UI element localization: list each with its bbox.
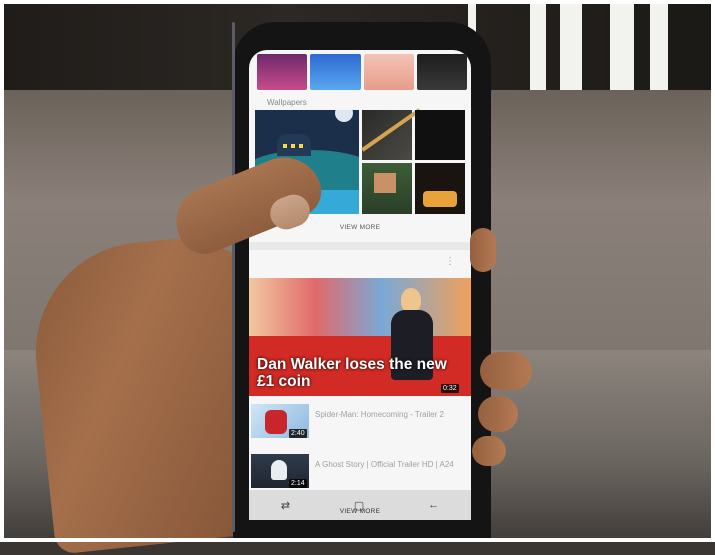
wallpaper-thumbnail[interactable] [415,110,465,160]
featured-video-title: Dan Walker loses the new £1 coin [257,356,447,390]
video-duration-badge: 2:40 [289,429,307,438]
video-title: Spider-Man: Homecoming - Trailer 2 [315,410,444,419]
wallpaper-thumbnail[interactable] [361,108,421,160]
theme-thumbnail[interactable] [310,54,361,90]
hand-finger [470,228,496,272]
navigation-bar: ⇄ ▢ ← [249,490,471,520]
wallpaper-thumbnail[interactable] [362,163,412,214]
hand-finger [472,436,506,466]
theme-thumbnail[interactable] [363,54,414,90]
more-vert-icon[interactable]: ⋮ [445,257,455,267]
video-thumbnail-background [249,278,471,336]
card-divider [249,242,471,250]
view-more-caption[interactable]: VIEW MORE [249,508,471,515]
wallpapers-section-label: Wallpapers [267,98,307,107]
video-thumbnail: 2:14 [251,454,309,488]
phone-edge-highlight [232,22,235,532]
theme-thumbnail[interactable] [257,54,308,90]
phone-screen: Wallpapers VIEW MORE ⋮ Dan Walker loses … [249,50,471,520]
video-list-item[interactable]: 2:40 Spider-Man: Homecoming - Trailer 2 [251,404,471,438]
video-thumbnail: 2:40 [251,404,309,438]
hand-finger [478,396,518,432]
video-title: A Ghost Story | Official Trailer HD | A2… [315,460,454,469]
hand-finger [480,352,532,390]
video-duration-badge: 2:14 [289,479,307,488]
video-list-item[interactable]: 2:14 A Ghost Story | Official Trailer HD… [251,454,471,488]
themes-row [257,54,467,90]
wallpaper-thumbnail[interactable] [415,163,465,214]
theme-thumbnail[interactable] [416,54,467,90]
video-duration-badge: 0:32 [441,384,459,393]
featured-video-card[interactable]: Dan Walker loses the new £1 coin 0:32 [249,278,471,396]
